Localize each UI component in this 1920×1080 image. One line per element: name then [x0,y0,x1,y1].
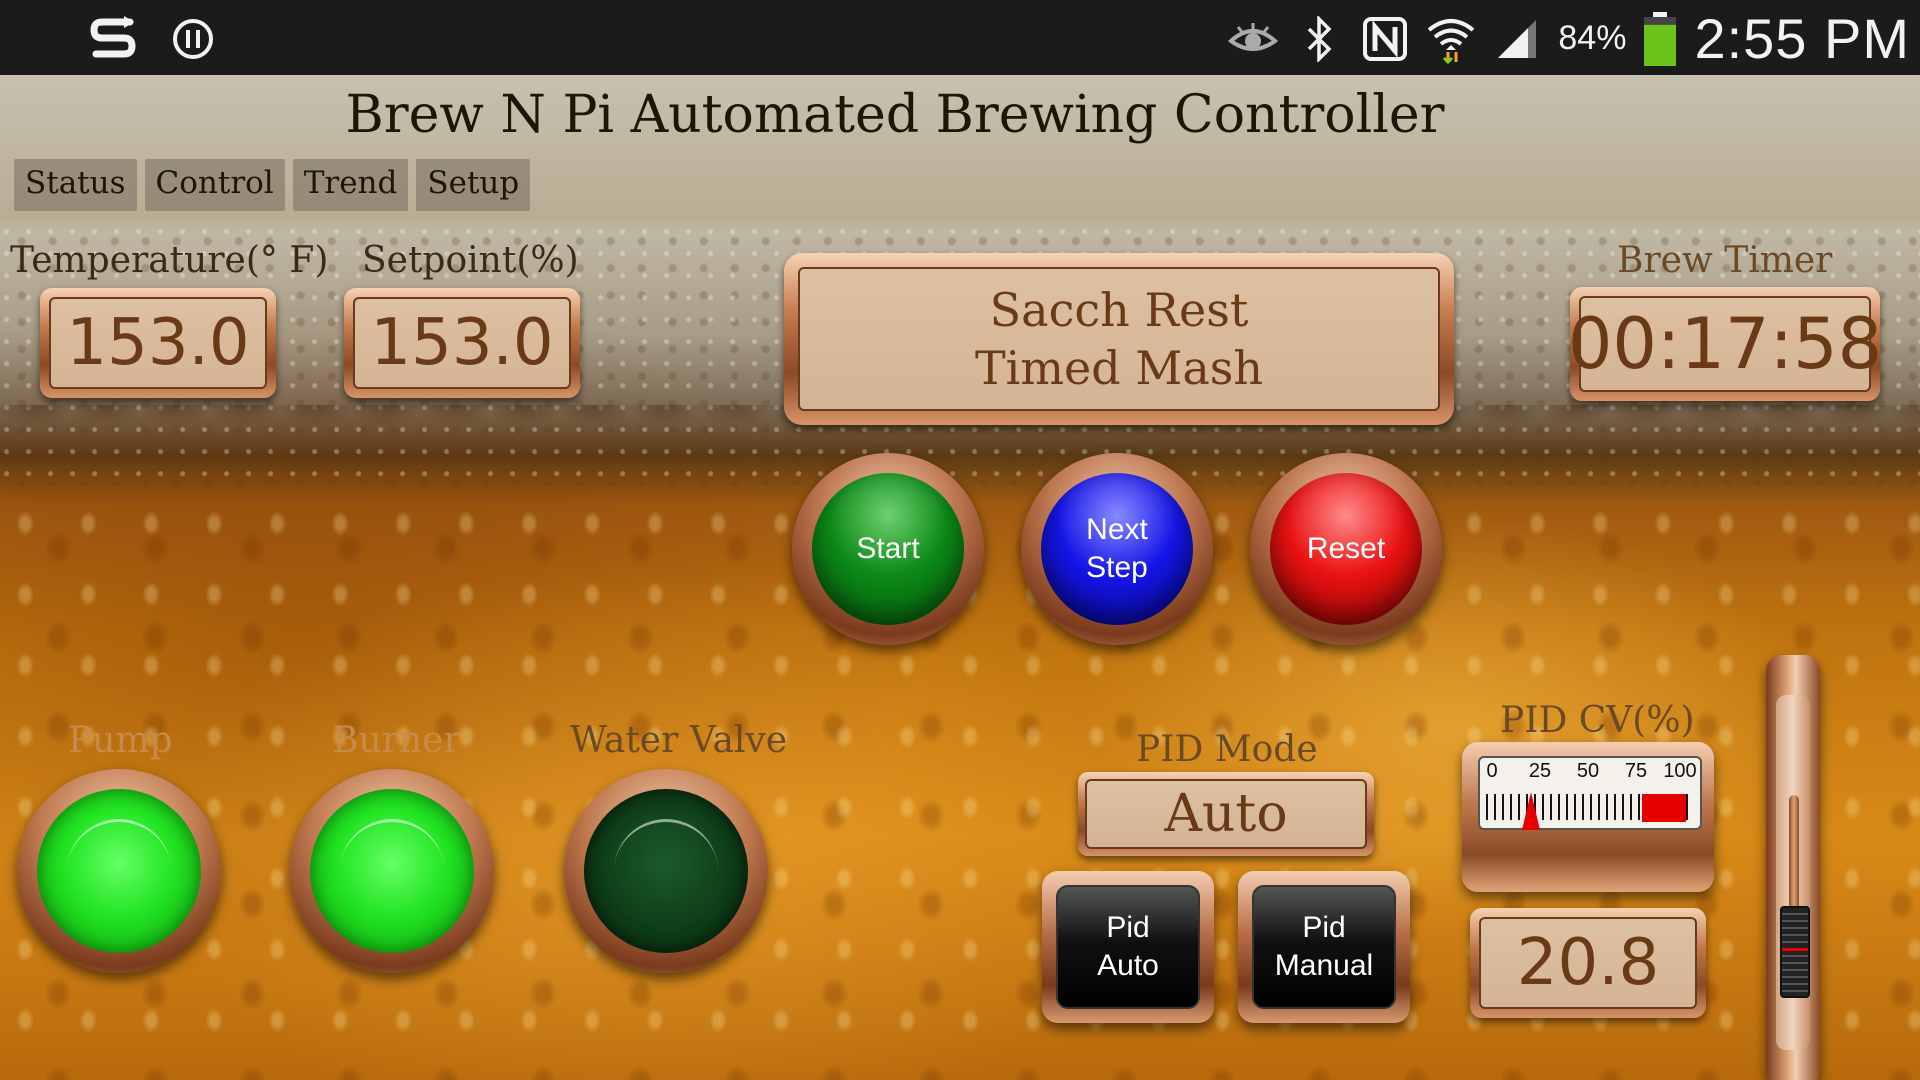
start-button-label: Start [856,532,920,565]
gauge-scale-numbers: 0 25 50 75 100 [1480,760,1700,784]
gauge-tick-100: 100 [1663,760,1697,782]
pid-manual-button-label: Pid Manual [1275,909,1373,985]
nfc-icon [1360,14,1410,64]
next-step-label-line2: Step [1086,551,1148,584]
tab-setup[interactable]: Setup [416,159,531,211]
setpoint-label: Setpoint(%) [362,240,579,281]
next-step-label-line1: Next [1086,513,1148,546]
water-valve-label: Water Valve [570,720,788,761]
tab-control[interactable]: Control [144,159,285,211]
gauge-needle [1522,792,1541,830]
eye-icon [1228,14,1279,64]
app-title: Brew N Pi Automated Brewing Controller [345,85,1445,145]
setpoint-display: 153.0 [344,288,580,398]
tab-trend[interactable]: Trend [292,159,409,211]
pump-label: Pump [68,720,173,761]
pid-auto-button-label: Pid Auto [1097,909,1159,985]
gauge-tick-50: 50 [1576,760,1600,782]
pid-cv-value: 20.8 [1516,926,1660,1000]
status-bar: 84% 2:55 PM [0,0,1920,75]
reset-button-label: Reset [1306,532,1386,565]
pid-mode-value: Auto [1164,784,1288,844]
water-valve-lamp [584,789,748,953]
app-screen: Brew N Pi Automated Brewing Controller S… [0,75,1920,1080]
burner-label: Burner [332,720,461,761]
pid-mode-display: Auto [1078,772,1374,856]
start-button-face: Start [812,473,964,625]
brew-timer-value: 00:17:58 [1567,303,1883,385]
brew-timer-display: 00:17:58 [1567,287,1883,401]
clock: 2:55 PM [1694,7,1910,70]
start-button[interactable]: Start [792,453,984,645]
pid-cv-display: 20.8 [1470,908,1706,1018]
slider-thumb[interactable] [1780,906,1810,999]
nav-tabs: Status Control Trend Setup [14,159,531,211]
battery-percent: 84% [1558,19,1627,57]
battery-icon [1642,11,1678,66]
s-logo-icon [88,14,138,64]
water-valve-indicator [564,769,768,973]
slider-track [1776,695,1810,1050]
pid-cv-slider[interactable] [1766,655,1820,1080]
pid-auto-line2: Auto [1097,949,1159,982]
temperature-value: 153.0 [66,306,250,380]
temperature-label: Temperature(° F) [10,240,329,281]
pump-indicator [17,769,221,973]
pause-circle-icon [168,14,218,64]
temperature-display: 153.0 [40,288,276,398]
burner-indicator [290,769,494,973]
pid-mode-label: PID Mode [1136,729,1318,770]
pid-manual-line1: Pid [1302,911,1346,944]
signal-icon [1492,14,1542,64]
setpoint-value: 153.0 [370,306,554,380]
status-bar-left [88,14,218,64]
gauge-tick-75: 75 [1624,760,1648,782]
pid-cv-gauge: 0 25 50 75 100 [1462,742,1714,892]
tab-status[interactable]: Status [14,159,137,211]
status-bar-right: 84% 2:55 PM [1228,6,1910,71]
gauge-scale: 0 25 50 75 100 [1478,756,1702,830]
brew-timer-label: Brew Timer [1617,240,1833,281]
brew-step-line2: Timed Mash [974,341,1264,395]
pid-auto-button[interactable]: Pid Auto [1042,871,1214,1023]
next-step-button-face: Next Step [1041,473,1193,625]
next-step-button[interactable]: Next Step [1021,453,1213,645]
pid-cv-label: PID CV(%) [1500,700,1695,741]
slider-rail [1789,795,1799,915]
bluetooth-icon [1294,14,1344,64]
pid-manual-button[interactable]: Pid Manual [1238,871,1410,1023]
gauge-tick-0: 0 [1486,760,1498,782]
brew-step-display: Sacch Rest Timed Mash [784,253,1454,425]
pid-auto-button-face: Pid Auto [1056,885,1200,1009]
gauge-tick-25: 25 [1528,760,1552,782]
burner-lamp [310,789,474,953]
pid-manual-line2: Manual [1274,949,1374,982]
gauge-red-zone [1642,794,1686,822]
reset-button-face: Reset [1270,473,1422,625]
brew-step-line1: Sacch Rest [989,283,1249,337]
wifi-icon [1426,14,1476,64]
next-step-button-label: Next Step [1086,511,1148,587]
pid-manual-button-face: Pid Manual [1252,885,1396,1009]
reset-button[interactable]: Reset [1250,453,1442,645]
pump-lamp [37,789,201,953]
pid-auto-line1: Pid [1106,911,1150,944]
